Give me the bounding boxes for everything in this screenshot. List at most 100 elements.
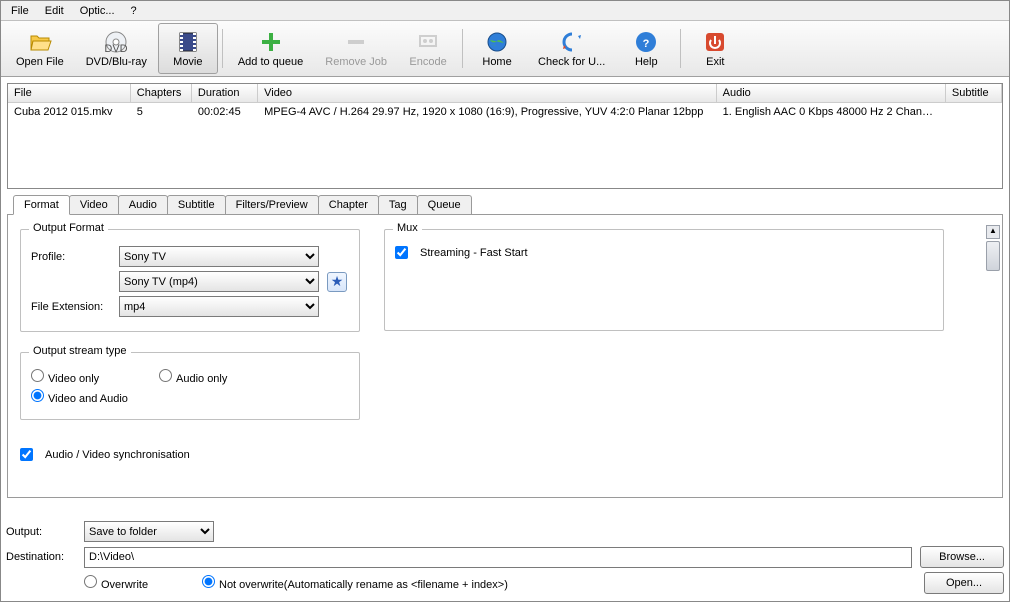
scroll-thumb[interactable] (986, 241, 1000, 271)
encode-icon (416, 30, 440, 54)
encode-button[interactable]: Encode (398, 23, 458, 74)
col-chapters[interactable]: Chapters (130, 84, 191, 103)
browse-button[interactable]: Browse... (920, 546, 1004, 568)
tab-tag[interactable]: Tag (378, 195, 418, 214)
radio-not-overwrite[interactable]: Not overwrite(Automatically rename as <f… (202, 575, 916, 591)
profile-select[interactable]: Sony TV (119, 246, 319, 267)
cell-duration: 00:02:45 (191, 103, 257, 122)
cell-subtitle (945, 103, 1001, 122)
tab-format[interactable]: Format (13, 195, 70, 215)
profile-label: Profile: (31, 251, 111, 263)
group-title: Mux (393, 222, 422, 234)
radio-video-only[interactable]: Video only (31, 369, 151, 385)
svg-text:?: ? (643, 38, 650, 50)
tab-video[interactable]: Video (69, 195, 119, 214)
container-select[interactable]: Sony TV (mp4) (119, 271, 319, 292)
cell-file: Cuba 2012 015.mkv (8, 103, 130, 122)
destination-input[interactable] (84, 547, 912, 568)
toolbar-separator (462, 29, 463, 68)
open-file-button[interactable]: Open File (5, 23, 75, 74)
disc-icon: DVD (104, 30, 128, 54)
help-icon: ? (634, 30, 658, 54)
home-label: Home (482, 56, 511, 68)
tab-subtitle[interactable]: Subtitle (167, 195, 226, 214)
col-subtitle[interactable]: Subtitle (945, 84, 1001, 103)
tab-filters[interactable]: Filters/Preview (225, 195, 319, 214)
file-ext-label: File Extension: (31, 301, 111, 313)
toolbar: Open File DVD DVD/Blu-ray Movie Add to q… (1, 21, 1009, 77)
globe-icon (485, 30, 509, 54)
menu-options[interactable]: Optic... (72, 3, 123, 19)
tab-audio[interactable]: Audio (118, 195, 168, 214)
remove-job-button[interactable]: Remove Job (314, 23, 398, 74)
col-duration[interactable]: Duration (191, 84, 257, 103)
menubar: File Edit Optic... ? (1, 1, 1009, 21)
exit-icon (703, 30, 727, 54)
mux-streaming-label: Streaming - Fast Start (420, 247, 528, 259)
toolbar-separator (680, 29, 681, 68)
mux-streaming-input[interactable] (395, 246, 408, 259)
tab-chapter[interactable]: Chapter (318, 195, 379, 214)
star-icon: ★ (331, 273, 344, 290)
radio-overwrite[interactable]: Overwrite (84, 575, 194, 591)
film-icon (176, 30, 200, 54)
exit-button[interactable]: Exit (685, 23, 745, 74)
svg-text:DVD: DVD (105, 43, 128, 54)
file-ext-select[interactable]: mp4 (119, 296, 319, 317)
mux-streaming-checkbox[interactable]: Streaming - Fast Start (395, 246, 933, 259)
tabs-container: Format Video Audio Subtitle Filters/Prev… (7, 195, 1003, 498)
toolbar-separator (222, 29, 223, 68)
group-mux: Mux Streaming - Fast Start (384, 229, 944, 331)
col-video[interactable]: Video (258, 84, 717, 103)
cell-audio: 1. English AAC 0 Kbps 48000 Hz 2 Channel… (716, 103, 945, 122)
remove-job-label: Remove Job (325, 56, 387, 68)
radio-audio-only-label: Audio only (176, 373, 227, 385)
radio-overwrite-label: Overwrite (101, 579, 148, 591)
plus-icon (259, 30, 283, 54)
group-title: Output Format (29, 222, 108, 234)
tab-queue[interactable]: Queue (417, 195, 472, 214)
radio-video-audio-label: Video and Audio (48, 393, 128, 405)
check-update-label: Check for U... (538, 56, 605, 68)
scroll-up-icon[interactable]: ▲ (986, 225, 1000, 239)
av-sync-input[interactable] (20, 448, 33, 461)
minus-icon (344, 30, 368, 54)
radio-not-overwrite-label: Not overwrite(Automatically rename as <f… (219, 579, 508, 591)
menu-help[interactable]: ? (123, 3, 145, 19)
refresh-icon (560, 30, 584, 54)
cell-video: MPEG-4 AVC / H.264 29.97 Hz, 1920 x 1080… (258, 103, 717, 122)
movie-label: Movie (173, 56, 202, 68)
add-queue-label: Add to queue (238, 56, 303, 68)
av-sync-label: Audio / Video synchronisation (45, 449, 190, 461)
file-table[interactable]: File Chapters Duration Video Audio Subti… (7, 83, 1003, 189)
scrollbar[interactable]: ▲ (982, 225, 1000, 487)
group-output-format: Output Format Profile: Sony TV Sony TV (… (20, 229, 360, 332)
open-button[interactable]: Open... (924, 572, 1004, 594)
group-stream-type: Output stream type Video only Audio only… (20, 352, 360, 420)
add-queue-button[interactable]: Add to queue (227, 23, 314, 74)
output-select[interactable]: Save to folder (84, 521, 214, 542)
cell-chapters: 5 (130, 103, 191, 122)
menu-file[interactable]: File (3, 3, 37, 19)
av-sync-checkbox[interactable]: Audio / Video synchronisation (20, 448, 990, 461)
destination-label: Destination: (6, 551, 76, 563)
folder-open-icon (28, 30, 52, 54)
movie-button[interactable]: Movie (158, 23, 218, 74)
col-audio[interactable]: Audio (716, 84, 945, 103)
dvd-button[interactable]: DVD DVD/Blu-ray (75, 23, 158, 74)
table-row[interactable]: Cuba 2012 015.mkv 5 00:02:45 MPEG-4 AVC … (8, 103, 1002, 122)
favorite-button[interactable]: ★ (327, 272, 347, 292)
tab-body-format: Output Format Profile: Sony TV Sony TV (… (7, 214, 1003, 498)
help-button[interactable]: ? Help (616, 23, 676, 74)
menu-edit[interactable]: Edit (37, 3, 72, 19)
open-file-label: Open File (16, 56, 64, 68)
radio-audio-only[interactable]: Audio only (159, 369, 227, 385)
col-file[interactable]: File (8, 84, 130, 103)
encode-label: Encode (409, 56, 446, 68)
check-update-button[interactable]: Check for U... (527, 23, 616, 74)
radio-video-audio[interactable]: Video and Audio (31, 389, 128, 405)
home-button[interactable]: Home (467, 23, 527, 74)
group-title: Output stream type (29, 345, 131, 357)
exit-label: Exit (706, 56, 724, 68)
output-label: Output: (6, 526, 76, 538)
